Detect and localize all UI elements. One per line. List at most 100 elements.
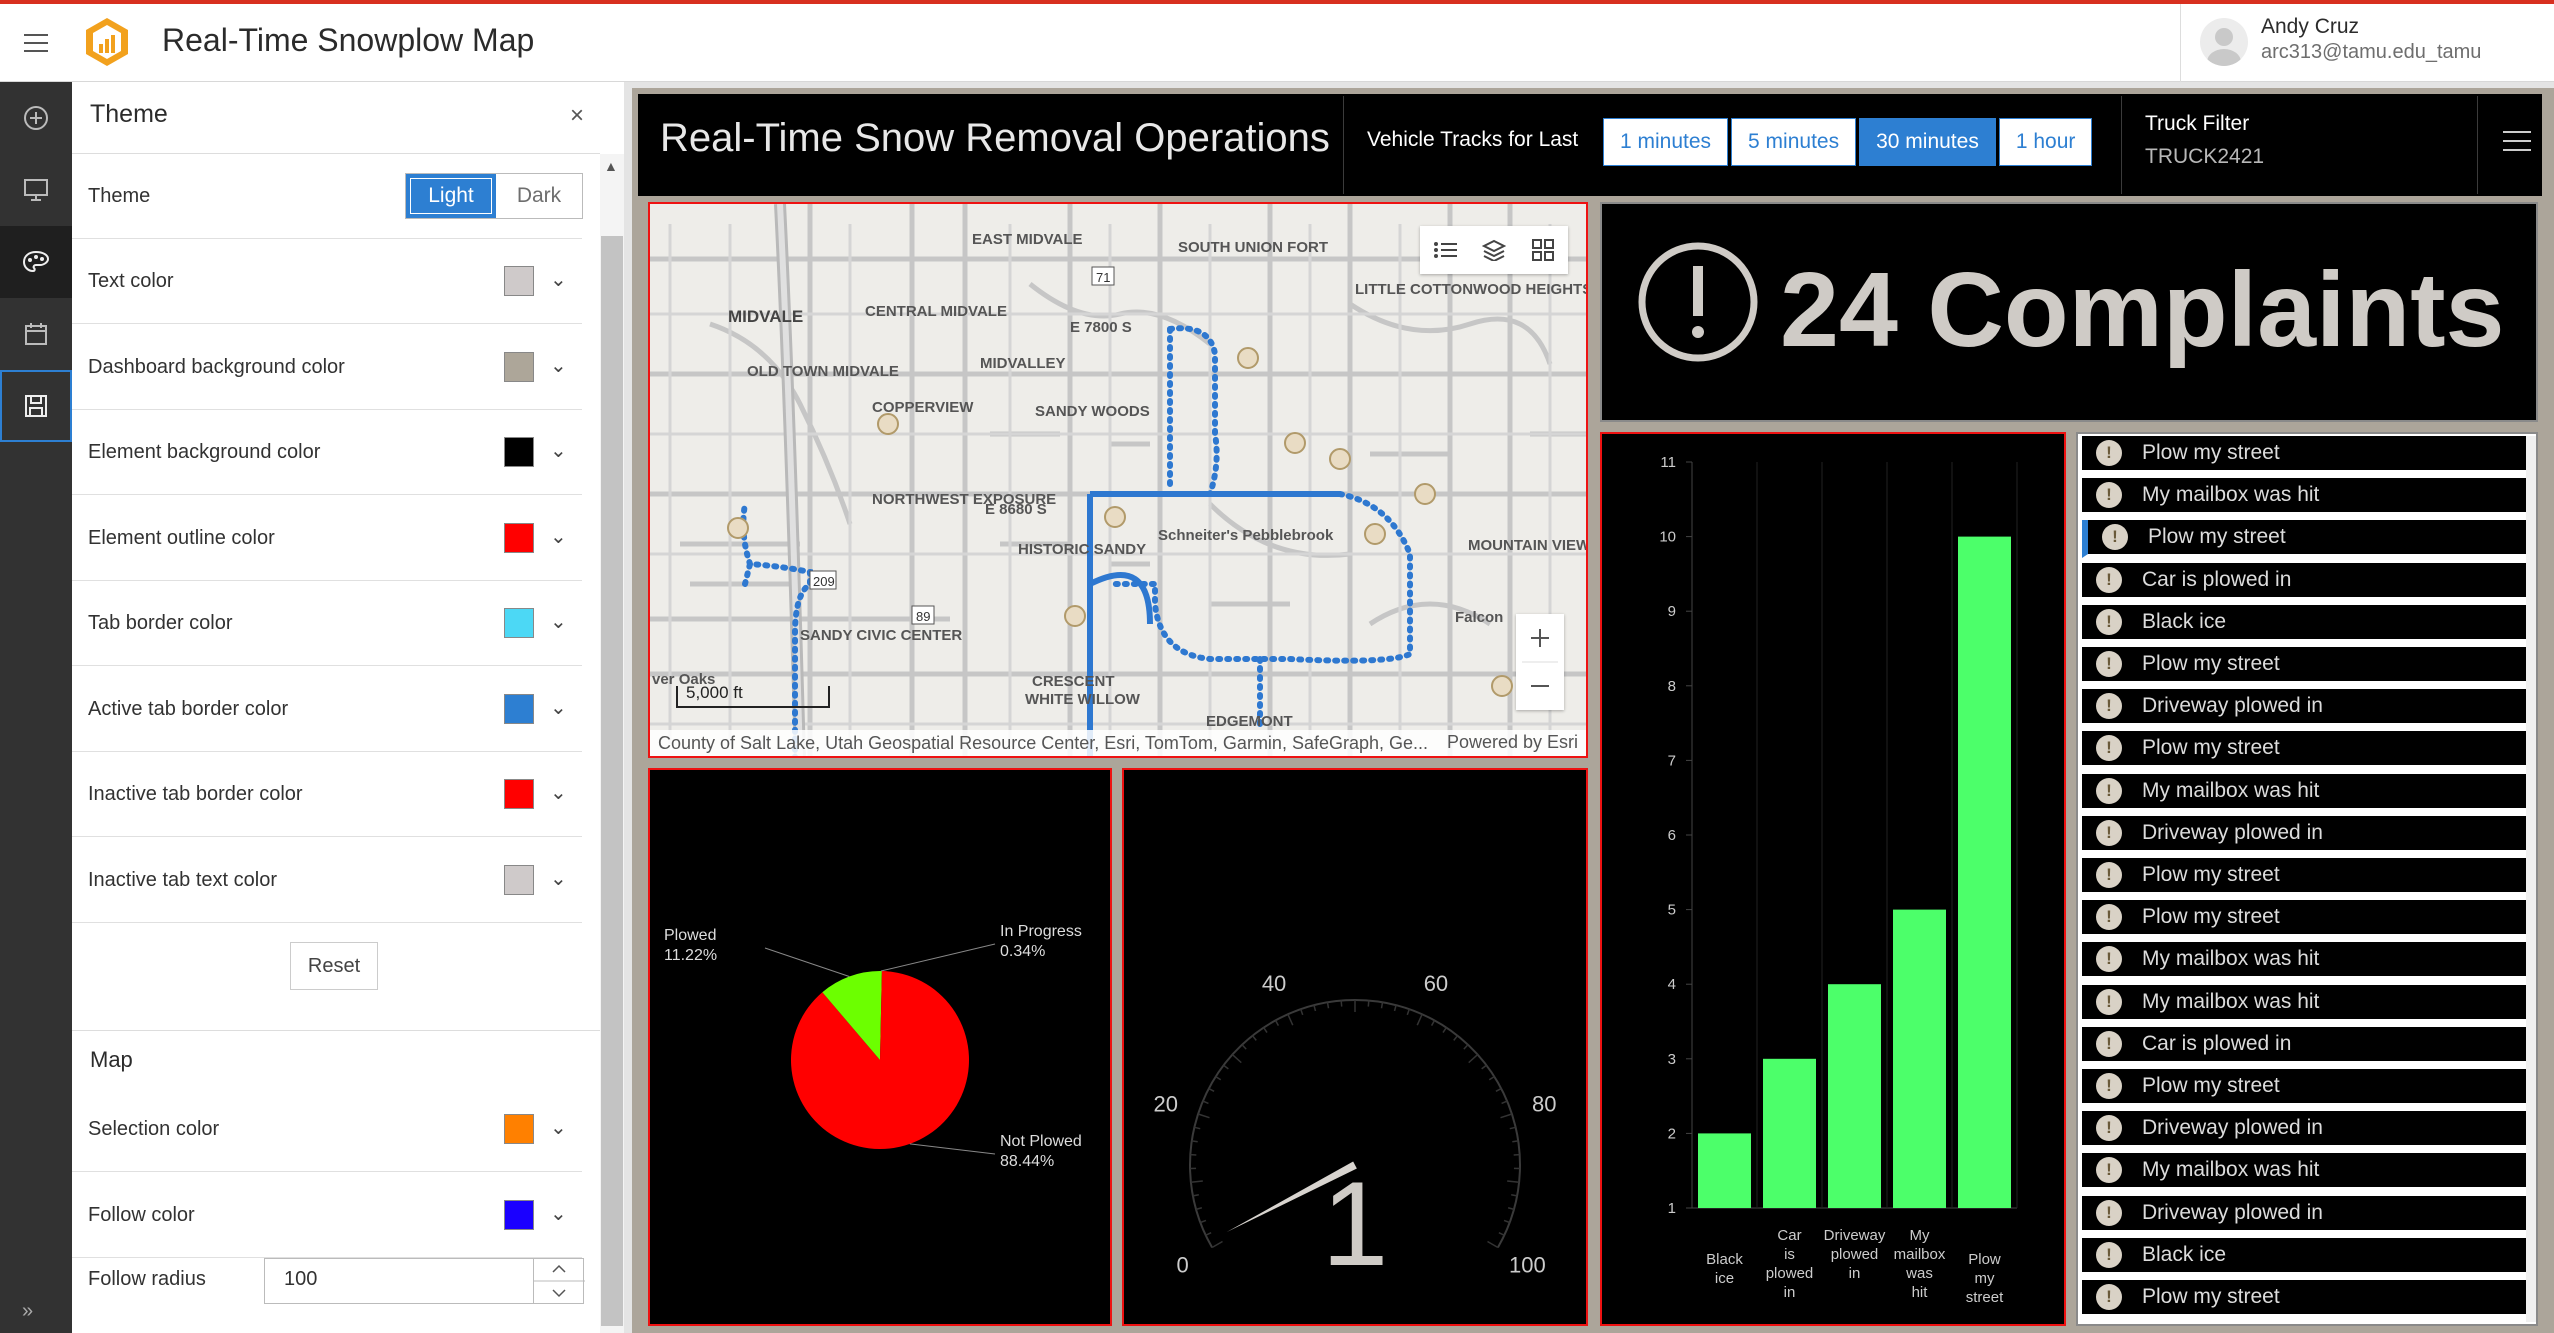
list-item[interactable]: ! Plow my street [2082,520,2528,559]
theme-light-option[interactable]: Light [406,174,496,218]
chevron-down-icon[interactable]: ⌄ [550,780,567,805]
chevron-down-icon[interactable]: ⌄ [550,609,567,634]
color-swatch[interactable] [504,266,534,296]
gauge-tick [1194,1126,1201,1130]
list-item[interactable]: ! Plow my street [2082,436,2528,474]
bar[interactable] [1893,909,1946,1208]
list-item[interactable]: ! My mailbox was hit [2082,1153,2528,1192]
gauge-tick [1509,1126,1516,1130]
list-item[interactable]: ! Car is plowed in [2082,562,2528,601]
color-swatch[interactable] [504,522,534,553]
gauge-tick [1195,1207,1203,1211]
list-item-label: Car is plowed in [2142,1031,2292,1055]
gauge-tick [1406,1008,1410,1016]
chevron-down-icon[interactable]: ⌄ [550,438,567,463]
chevron-down-icon[interactable]: ⌄ [550,1115,567,1140]
gauge-widget[interactable]: 0 20 40 60 80 100 1 [1122,768,1588,1326]
complaints-list: ! Plow my street! My mailbox was hit! Plow … [2076,432,2538,1326]
bar[interactable] [1763,1058,1816,1208]
map-section-heading: Map [90,1047,133,1072]
color-swatch[interactable] [504,779,534,809]
bar[interactable] [1828,984,1881,1208]
chevron-up-icon [552,1264,566,1273]
follow-radius-stepper[interactable] [533,1258,585,1304]
truck-filter-value[interactable]: TRUCK2421 [2145,145,2264,169]
y-tick-label: 6 [1668,827,1676,844]
pie-chart-widget[interactable]: Not Plowed 88.44% Plowed 11.22% In Progress 0… [648,768,1112,1326]
list-item[interactable]: ! My mailbox was hit [2082,478,2528,517]
color-swatch[interactable] [504,351,534,382]
bar[interactable] [1698,1133,1751,1208]
avatar[interactable] [2200,18,2248,66]
bar-chart-widget[interactable]: 1 2 3 4 5 6 7 8 9 10 11 Black ice Car is plowed in Drivew… [1600,432,2066,1326]
layers-icon[interactable] [1481,239,1506,261]
list-item[interactable]: ! Driveway plowed in [2082,1111,2528,1150]
tab-1-hour[interactable]: 1 hour [1998,118,2093,166]
save-button[interactable] [0,370,72,442]
list-item[interactable]: ! Driveway plowed in [2082,815,2528,854]
chevron-down-icon[interactable]: ⌄ [550,353,567,378]
list-scrollbar[interactable] [2526,436,2536,1322]
legend-icon[interactable] [1433,240,1457,260]
dashboard-menu-button[interactable] [2503,127,2531,155]
theme-dark-option[interactable]: Dark [496,174,582,218]
main-menu-button[interactable] [0,4,72,82]
list-item[interactable]: ! My mailbox was hit [2082,773,2528,812]
chevron-down-icon[interactable]: ⌄ [550,524,567,549]
reset-button[interactable]: Reset [290,942,378,990]
theme-mode-toggle[interactable]: Light Dark [405,173,583,219]
color-swatch[interactable] [504,437,534,467]
gauge-tick [1500,1113,1513,1119]
theme-button[interactable] [0,226,72,298]
list-item[interactable]: ! Driveway plowed in [2082,689,2528,728]
color-swatch[interactable] [504,864,534,895]
gauge-tick [1501,1100,1508,1105]
chevron-down-icon[interactable]: ⌄ [550,267,567,292]
basemap[interactable]: MIDVALE EAST MIDVALE SOUTH UNION FORT LI… [650,204,1588,758]
list-item[interactable]: ! My mailbox was hit [2082,942,2528,981]
theme-setting-label: Inactive tab border color [88,783,303,805]
tab-5-minutes[interactable]: 5 minutes [1731,118,1857,166]
chevron-down-icon[interactable]: ⌄ [550,695,567,720]
list-item[interactable]: ! Plow my street [2082,731,2528,770]
bar[interactable] [1958,536,2011,1208]
layout-button[interactable] [0,154,72,226]
scroll-up-icon[interactable]: ▲ [604,158,618,174]
list-item[interactable]: ! Plow my street [2082,647,2528,685]
list-item[interactable]: ! Driveway plowed in [2082,1195,2528,1234]
color-swatch[interactable] [504,1114,534,1144]
basemap-gallery-icon[interactable] [1531,238,1555,262]
add-widget-button[interactable] [0,82,72,154]
exclamation-icon: ! [2096,1199,2122,1226]
gauge-tick [1512,1140,1519,1143]
zoom-in-button[interactable] [1531,629,1549,647]
place-label: WHITE WILLOW [1025,691,1141,708]
list-item[interactable]: ! Plow my street [2082,858,2528,896]
settings-button[interactable] [0,298,72,370]
expand-rail-button[interactable]: » [22,1300,33,1323]
list-item[interactable]: ! Plow my street [2082,1280,2528,1318]
list-item[interactable]: ! Plow my street [2082,900,2528,939]
place-label: HISTORIC SANDY [1018,541,1146,558]
list-item[interactable]: ! Black ice [2082,604,2528,643]
gauge-tick [1241,1044,1247,1050]
map-widget[interactable]: MIDVALE EAST MIDVALE SOUTH UNION FORT LI… [648,202,1588,758]
panel-close-button[interactable]: × [570,102,584,130]
color-swatch[interactable] [504,1199,534,1230]
hamburger-icon [2503,131,2531,151]
chevron-down-icon[interactable]: ⌄ [550,866,567,891]
place-label: OLD TOWN MIDVALE [747,363,899,380]
chevron-down-icon[interactable]: ⌄ [550,1201,567,1226]
tab-1-minutes[interactable]: 1 minutes [1603,118,1729,166]
list-item[interactable]: ! Black ice [2082,1237,2528,1276]
panel-scrollbar-thumb[interactable] [601,236,623,1326]
color-swatch[interactable] [504,608,534,638]
list-item[interactable]: ! Plow my street [2082,1069,2528,1107]
list-item[interactable]: ! Car is plowed in [2082,1026,2528,1065]
svg-text:71: 71 [1096,270,1110,285]
gauge-tick [1205,1232,1212,1236]
tab-30-minutes[interactable]: 30 minutes [1859,118,1996,166]
map-powered-by[interactable]: Powered by Esri [1447,732,1578,753]
list-item[interactable]: ! My mailbox was hit [2082,984,2528,1023]
color-swatch[interactable] [504,693,534,724]
